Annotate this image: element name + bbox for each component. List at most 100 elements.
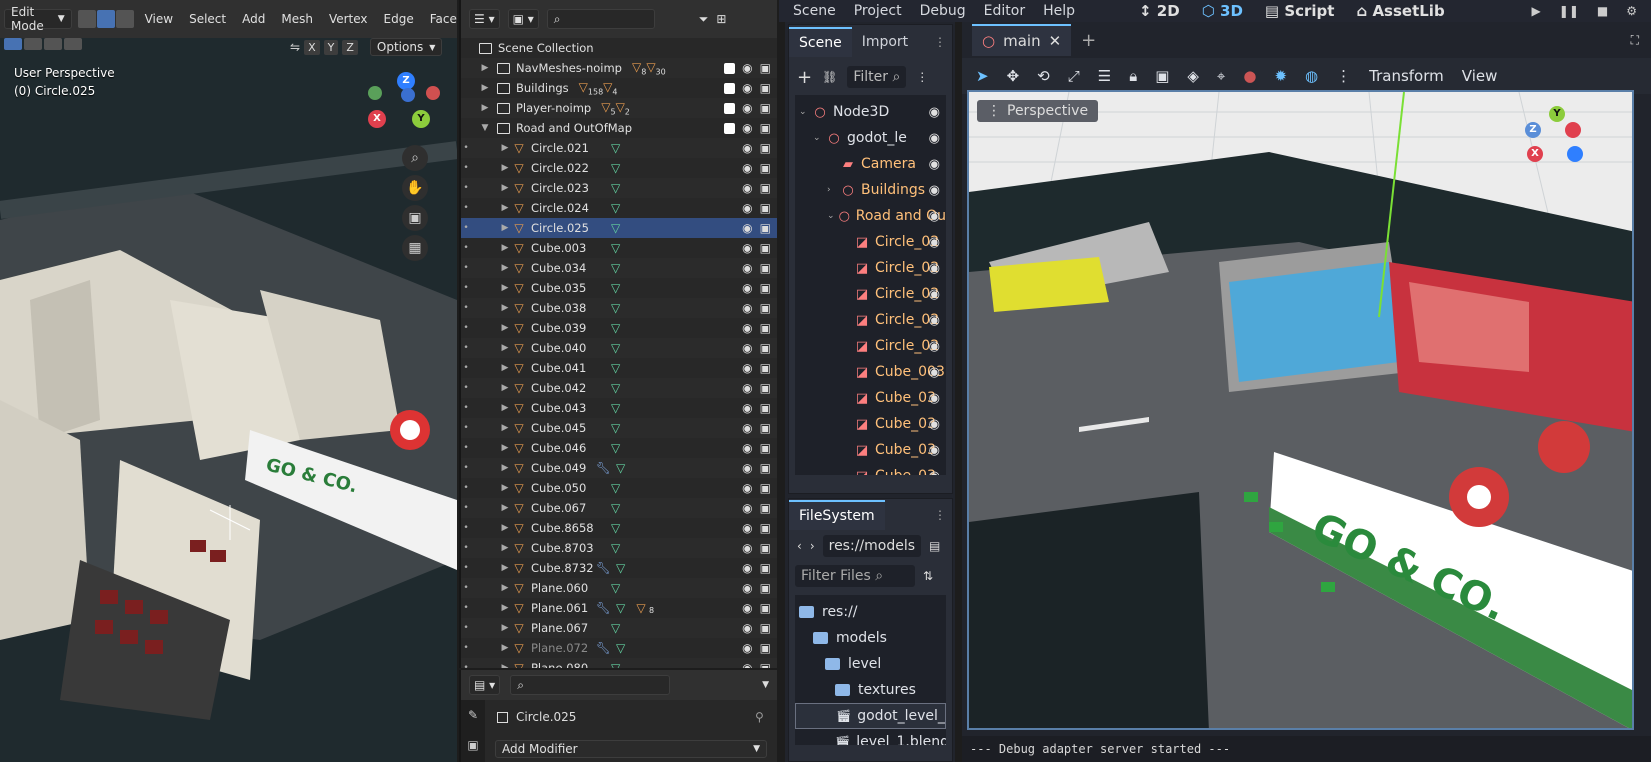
collapsed-arrow-icon[interactable]: ▶ xyxy=(499,163,511,173)
pin-icon[interactable]: ⚲ xyxy=(755,710,764,724)
menu-transform[interactable]: Transform xyxy=(1369,67,1444,85)
outliner-row-object[interactable]: • ▶ ▽ Plane.072 🔧︎ ▽ ◉ ▣ xyxy=(461,638,777,658)
axis-x-toggle[interactable]: X xyxy=(304,39,320,55)
render-camera-icon[interactable]: ▣ xyxy=(760,601,771,615)
collapsed-arrow-icon[interactable]: ▶ xyxy=(499,143,511,153)
close-icon[interactable]: ✕ xyxy=(1049,32,1062,50)
chevron-down-icon[interactable]: ▼ xyxy=(762,680,769,690)
gizmo-neg-z-icon[interactable] xyxy=(401,88,415,102)
godot-3d-viewport[interactable]: GO & CO. Y Z X xyxy=(967,90,1634,730)
eye-icon[interactable]: ◉ xyxy=(742,641,752,655)
expand-arrow-icon[interactable]: ⌄ xyxy=(813,133,825,143)
filesystem-item[interactable]: 🎬︎ level_1.blend xyxy=(795,729,946,745)
move-tool-icon[interactable]: ✥ xyxy=(1007,67,1020,85)
eye-icon[interactable]: ◉ xyxy=(742,221,752,235)
collapsed-arrow-icon[interactable]: ▶ xyxy=(499,183,511,193)
editor-type-dropdown[interactable]: ▤ ▾ xyxy=(469,675,501,695)
collapsed-arrow-icon[interactable]: ▶ xyxy=(499,403,511,413)
distraction-free-icon[interactable]: ⛶ xyxy=(1631,33,1639,48)
eye-icon[interactable]: ◉ xyxy=(742,321,752,335)
eye-icon[interactable]: ◉ xyxy=(742,401,752,415)
vertex-select-icon[interactable] xyxy=(77,10,96,28)
gizmo-x-icon[interactable]: X xyxy=(368,110,386,128)
visibility-eye-icon[interactable]: ◉ xyxy=(929,261,940,276)
render-camera-icon[interactable]: ▣ xyxy=(760,521,771,535)
display-mode-dropdown[interactable]: ☰ ▾ xyxy=(469,9,500,29)
zoom-icon[interactable]: ⌕ xyxy=(402,145,428,171)
scene-tree-node[interactable]: ▰ Camera ◉ xyxy=(795,151,946,177)
scene-tree-node[interactable]: ◪ Cube_03◉ xyxy=(795,463,946,475)
outliner-row-object[interactable]: • ▶ ▽ Cube.043 ▽ ◉ ▣ xyxy=(461,398,777,418)
eye-icon[interactable]: ◉ xyxy=(742,521,752,535)
scene-tree-node[interactable]: › ○ Buildings ◉ xyxy=(795,177,946,203)
remote-debug-icon[interactable]: ⚙ xyxy=(1626,4,1637,18)
eye-icon[interactable]: ◉ xyxy=(742,101,752,115)
visibility-eye-icon[interactable]: ◉ xyxy=(929,287,940,302)
outliner-search-input[interactable]: ⌕ xyxy=(546,9,655,29)
outliner-row-object[interactable]: • ▶ ▽ Cube.039 ▽ ◉ ▣ xyxy=(461,318,777,338)
eye-icon[interactable]: ◉ xyxy=(742,661,752,668)
gizmo-x-icon[interactable]: X xyxy=(1527,146,1543,162)
render-camera-icon[interactable]: ▣ xyxy=(760,121,771,135)
render-icon[interactable]: ▣ xyxy=(461,738,485,752)
dock-menu-icon[interactable]: ⋮ xyxy=(934,35,946,49)
visibility-eye-icon[interactable]: ◉ xyxy=(929,105,940,120)
outliner-row-object[interactable]: • ▶ ▽ Cube.034 ▽ ◉ ▣ xyxy=(461,258,777,278)
outliner-row-object[interactable]: • ▶ ▽ Circle.021 ▽ ◉ ▣ xyxy=(461,138,777,158)
options-dropdown[interactable]: Options ▼ xyxy=(369,38,443,56)
render-camera-icon[interactable]: ▣ xyxy=(760,501,771,515)
menu-add[interactable]: Add xyxy=(237,12,270,26)
filesystem-item[interactable]: textures xyxy=(795,677,946,703)
collapsed-arrow-icon[interactable]: ▶ xyxy=(499,663,511,668)
gizmo-y-icon[interactable]: Y xyxy=(1549,106,1565,122)
filesystem-item[interactable]: res:// xyxy=(795,599,946,625)
camera-icon[interactable]: ▣ xyxy=(402,205,428,231)
outliner-row-object[interactable]: • ▶ ▽ Plane.067 ▽ ◉ ▣ xyxy=(461,618,777,638)
collapsed-arrow-icon[interactable]: ▶ xyxy=(499,563,511,573)
list-select-icon[interactable]: ☰ xyxy=(1098,67,1111,85)
expand-arrow-icon[interactable]: ⌄ xyxy=(799,107,811,117)
include-checkbox[interactable] xyxy=(724,83,736,94)
tab-import[interactable]: Import xyxy=(852,28,918,56)
render-camera-icon[interactable]: ▣ xyxy=(760,441,771,455)
render-camera-icon[interactable]: ▣ xyxy=(760,221,771,235)
scene-filter-input[interactable]: Filter ⌕ xyxy=(847,66,907,88)
tab-main[interactable]: ○ main ✕ xyxy=(972,24,1072,56)
collapsed-arrow-icon[interactable]: ▶ xyxy=(499,343,511,353)
render-camera-icon[interactable]: ▣ xyxy=(760,381,771,395)
collapsed-arrow-icon[interactable]: ▶ xyxy=(499,623,511,633)
scene-tree-node[interactable]: ⌄ ○ Node3D ◉ xyxy=(795,99,946,125)
render-camera-icon[interactable]: ▣ xyxy=(760,61,771,75)
outliner-row-object[interactable]: • ▶ ▽ Cube.045 ▽ ◉ ▣ xyxy=(461,418,777,438)
collapsed-arrow-icon[interactable]: ▶ xyxy=(499,263,511,273)
scene-tree-node[interactable]: ⌄ ○ Road and Ou ◉ xyxy=(795,203,946,229)
visibility-eye-icon[interactable]: ◉ xyxy=(929,391,940,406)
render-camera-icon[interactable]: ▣ xyxy=(760,461,771,475)
render-camera-icon[interactable]: ▣ xyxy=(760,261,771,275)
menu-debug[interactable]: Debug xyxy=(920,3,966,19)
collapsed-arrow-icon[interactable]: ▶ xyxy=(499,423,511,433)
menu-view[interactable]: View xyxy=(1462,67,1498,85)
outliner-row-object[interactable]: • ▶ ▽ Circle.024 ▽ ◉ ▣ xyxy=(461,198,777,218)
scene-tree-node[interactable]: ◪ Cube_03◉ xyxy=(795,411,946,437)
blender-3d-viewport[interactable]: GO & CO. Edit Mode ▼ View Select Add Mesh… xyxy=(0,0,457,762)
collapsed-arrow-icon[interactable]: ▶ xyxy=(499,603,511,613)
eye-icon[interactable]: ◉ xyxy=(742,481,752,495)
visibility-eye-icon[interactable]: ◉ xyxy=(929,183,940,198)
more-icon[interactable]: ⋮ xyxy=(1336,67,1351,85)
include-checkbox[interactable] xyxy=(724,63,736,74)
gizmo-neg-x-icon[interactable] xyxy=(426,86,440,100)
menu-editor[interactable]: Editor xyxy=(984,3,1025,19)
collapsed-arrow-icon[interactable]: ▶ xyxy=(499,203,511,213)
render-camera-icon[interactable]: ▣ xyxy=(760,141,771,155)
menu-edge[interactable]: Edge xyxy=(379,12,419,26)
outliner-row-object[interactable]: • ▶ ▽ Plane.060 ▽ ◉ ▣ xyxy=(461,578,777,598)
perspective-menu-button[interactable]: ⋮ Perspective xyxy=(977,100,1099,122)
link-icon[interactable]: ⛓ xyxy=(822,70,837,84)
gizmo-neg-y-icon[interactable] xyxy=(368,86,382,100)
eye-icon[interactable]: ◉ xyxy=(742,81,752,95)
expand-arrow-icon[interactable]: › xyxy=(827,185,839,195)
outliner-row-collection[interactable]: ▶ NavMeshes-noimp ▽8▽30 ◉ ▣ xyxy=(461,58,777,78)
visibility-eye-icon[interactable]: ◉ xyxy=(929,339,940,354)
local-space-icon[interactable]: ◈ xyxy=(1187,67,1199,85)
